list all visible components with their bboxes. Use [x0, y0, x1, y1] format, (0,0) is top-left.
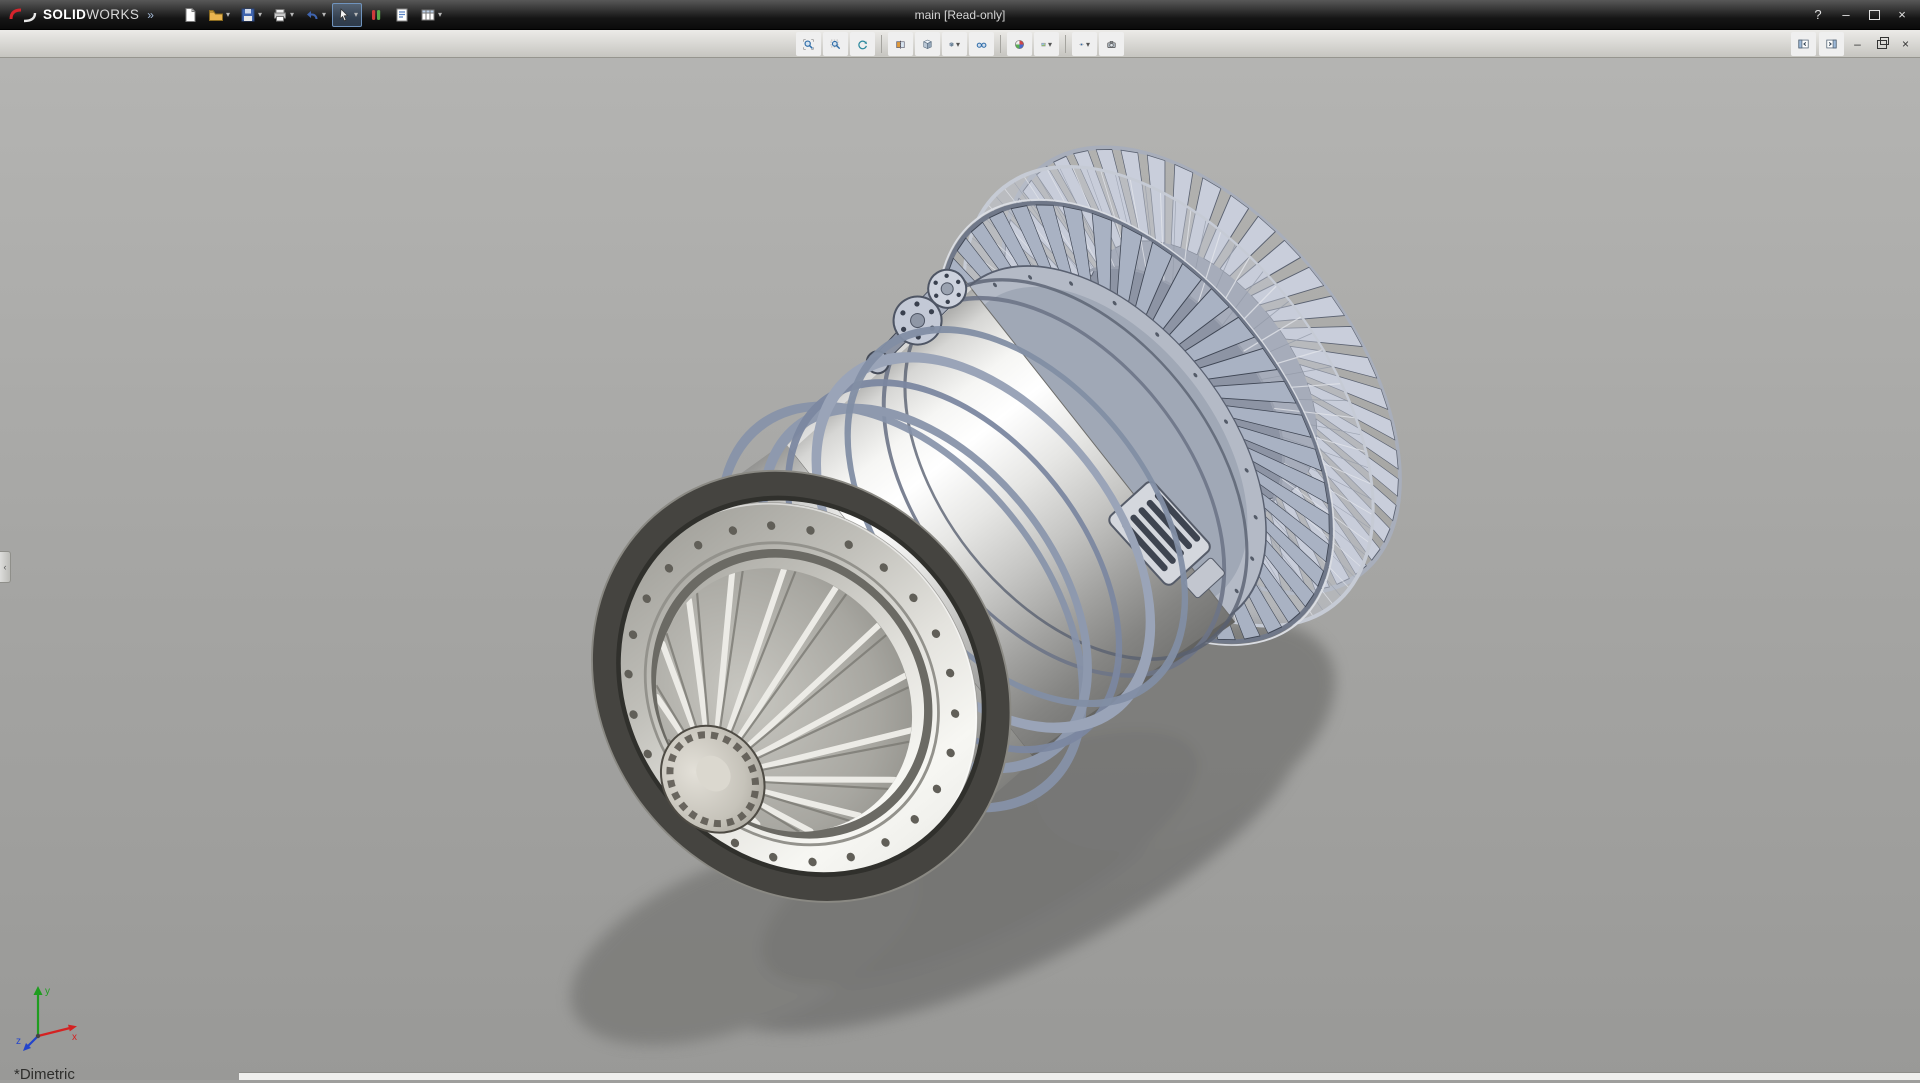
- help-button[interactable]: ?: [1806, 5, 1830, 25]
- dropdown-arrow-icon: ▾: [438, 10, 442, 19]
- y-axis-arrow: [34, 986, 43, 995]
- dropdown-arrow-icon: ▾: [290, 10, 294, 19]
- previous-view-icon: [857, 36, 868, 53]
- 3d-viewport[interactable]: y x z *Dimetric: [0, 58, 1920, 1080]
- previous-view-button[interactable]: [850, 32, 875, 56]
- selection-filter-button[interactable]: [364, 3, 388, 27]
- quick-access-toolbar: ▾ ▾ ▾ ▾: [178, 3, 446, 27]
- hide-show-items-button[interactable]: [969, 32, 994, 56]
- view-tools-group: ▾ ▾: [796, 30, 1124, 58]
- view-orientation-label: *Dimetric: [14, 1066, 75, 1083]
- featuremanager-collapsed-tab[interactable]: ‹: [0, 551, 11, 583]
- dropdown-arrow-icon: ▾: [1048, 40, 1052, 49]
- dropdown-arrow-icon: ▾: [354, 10, 358, 19]
- undo-icon: [304, 7, 320, 23]
- print-button[interactable]: ▾: [268, 3, 298, 27]
- display-style-icon: [949, 36, 954, 53]
- solidworks-logo-icon: [8, 6, 38, 24]
- titlebar: SOLIDWORKS » ▾ ▾: [0, 0, 1920, 30]
- doc-restore-button[interactable]: [1871, 34, 1892, 54]
- dropdown-arrow-icon: ▾: [956, 40, 960, 49]
- zoom-to-fit-icon: [803, 36, 814, 53]
- new-document-icon: [182, 7, 198, 23]
- dropdown-arrow-icon: ▾: [258, 10, 262, 19]
- zoom-to-area-icon: [830, 36, 841, 53]
- menu-expand-arrow[interactable]: »: [147, 8, 154, 22]
- section-view-button[interactable]: [888, 32, 913, 56]
- open-folder-icon: [208, 7, 224, 23]
- appearance-sphere-icon: [1014, 36, 1025, 53]
- apply-scene-icon: [1041, 36, 1046, 53]
- doc-minimize-button[interactable]: –: [1847, 34, 1868, 54]
- x-axis-label: x: [72, 1032, 77, 1043]
- properties-button[interactable]: [390, 3, 414, 27]
- pane-left-icon: [1798, 37, 1809, 51]
- view-settings-eye-icon: [1079, 36, 1084, 53]
- undo-button[interactable]: ▾: [300, 3, 330, 27]
- open-button[interactable]: ▾: [204, 3, 234, 27]
- document-window-controls: – ×: [1791, 30, 1916, 58]
- y-axis-label: y: [45, 986, 50, 997]
- section-view-icon: [895, 36, 906, 53]
- document-title: main [Read-only]: [915, 8, 1006, 22]
- zoom-to-fit-button[interactable]: [796, 32, 821, 56]
- restore-icon: [1877, 40, 1887, 49]
- zoom-to-area-button[interactable]: [823, 32, 848, 56]
- camera-button[interactable]: [1099, 32, 1124, 56]
- heads-up-view-toolbar: ▾ ▾: [0, 30, 1920, 58]
- app-logo: SOLIDWORKS »: [0, 6, 162, 24]
- brand-works: WORKS: [86, 7, 139, 22]
- display-style-button[interactable]: ▾: [942, 32, 967, 56]
- apply-scene-button[interactable]: ▾: [1034, 32, 1059, 56]
- select-tool-button[interactable]: ▾: [332, 3, 362, 27]
- edit-appearance-button[interactable]: [1007, 32, 1032, 56]
- viewport-canvas[interactable]: [0, 58, 1920, 1080]
- properties-sheet-icon: [394, 7, 410, 23]
- pane-right-icon: [1826, 37, 1837, 51]
- select-cursor-icon: [336, 7, 352, 23]
- view-orientation-button[interactable]: [915, 32, 940, 56]
- window-controls: ? – ×: [1806, 5, 1920, 25]
- dropdown-arrow-icon: ▾: [1086, 40, 1090, 49]
- save-button[interactable]: ▾: [236, 3, 266, 27]
- design-table-button[interactable]: ▾: [416, 3, 446, 27]
- toolbar-separator: [1000, 35, 1001, 53]
- selection-filter-icon: [368, 7, 384, 23]
- print-icon: [272, 7, 288, 23]
- toggle-feature-pane-button[interactable]: [1791, 32, 1816, 56]
- close-button[interactable]: ×: [1890, 5, 1914, 25]
- status-bar: [239, 1072, 1920, 1080]
- toggle-task-pane-button[interactable]: [1819, 32, 1844, 56]
- table-icon: [420, 7, 436, 23]
- brand-solid: SOLID: [43, 7, 86, 22]
- minimize-button[interactable]: –: [1834, 5, 1858, 25]
- dropdown-arrow-icon: ▾: [226, 10, 230, 19]
- x-axis-arrow: [68, 1025, 77, 1032]
- view-settings-button[interactable]: ▾: [1072, 32, 1097, 56]
- dropdown-arrow-icon: ▾: [322, 10, 326, 19]
- camera-icon: [1106, 36, 1117, 53]
- maximize-button[interactable]: [1862, 5, 1886, 25]
- brand-text: SOLIDWORKS: [43, 7, 139, 22]
- toolbar-separator: [1065, 35, 1066, 53]
- save-icon: [240, 7, 256, 23]
- new-document-button[interactable]: [178, 3, 202, 27]
- doc-close-button[interactable]: ×: [1895, 34, 1916, 54]
- z-axis-label: z: [16, 1036, 21, 1047]
- toolbar-separator: [881, 35, 882, 53]
- hide-show-glasses-icon: [976, 36, 987, 53]
- orientation-triad[interactable]: y x z: [12, 978, 92, 1058]
- maximize-icon: [1869, 10, 1880, 20]
- view-orientation-cube-icon: [922, 36, 933, 53]
